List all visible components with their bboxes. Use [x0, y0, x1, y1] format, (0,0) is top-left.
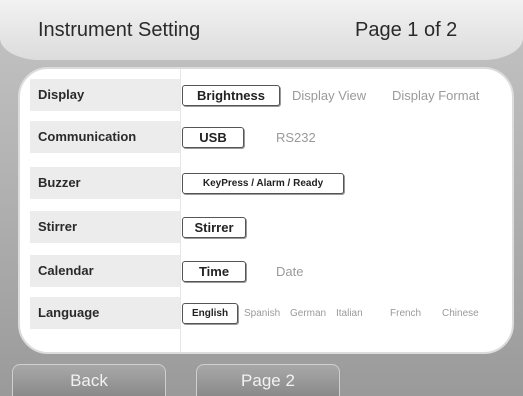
settings-row-display: Display Brightness Display View Display …: [30, 79, 512, 111]
english-button[interactable]: English: [182, 303, 238, 324]
time-button[interactable]: Time: [182, 261, 246, 282]
settings-row-stirrer: Stirrer Stirrer: [30, 211, 512, 243]
usb-button[interactable]: USB: [182, 127, 244, 148]
settings-panel: Display Brightness Display View Display …: [18, 67, 514, 354]
display-view-option[interactable]: Display View: [292, 85, 366, 106]
instrument-screen: Instrument Setting Page 1 of 2 Display B…: [0, 0, 523, 396]
back-button[interactable]: Back: [12, 364, 166, 396]
settings-row-language: Language English Spanish German Italian …: [30, 297, 512, 329]
italian-option[interactable]: Italian: [336, 303, 363, 324]
settings-row-calendar: Calendar Time Date: [30, 255, 512, 287]
row-label: Display: [30, 79, 180, 111]
row-label: Calendar: [30, 255, 180, 287]
settings-row-communication: Communication USB RS232: [30, 121, 512, 153]
header-bar: Instrument Setting Page 1 of 2: [0, 0, 523, 60]
display-format-option[interactable]: Display Format: [392, 85, 479, 106]
german-option[interactable]: German: [290, 303, 326, 324]
brightness-button[interactable]: Brightness: [182, 85, 280, 106]
page-indicator: Page 1 of 2: [355, 19, 458, 41]
row-label: Stirrer: [30, 211, 180, 243]
date-option[interactable]: Date: [276, 261, 303, 282]
page-2-button[interactable]: Page 2: [196, 364, 340, 396]
stirrer-button[interactable]: Stirrer: [182, 217, 246, 238]
rs232-option[interactable]: RS232: [276, 127, 316, 148]
row-label: Communication: [30, 121, 180, 153]
spanish-option[interactable]: Spanish: [244, 303, 280, 324]
row-label: Language: [30, 297, 180, 329]
row-label: Buzzer: [30, 167, 180, 199]
french-option[interactable]: French: [390, 303, 421, 324]
chinese-option[interactable]: Chinese: [442, 303, 479, 324]
settings-row-buzzer: Buzzer KeyPress / Alarm / Ready: [30, 167, 512, 199]
page-title: Instrument Setting: [38, 19, 201, 41]
buzzer-keypress-alarm-ready-button[interactable]: KeyPress / Alarm / Ready: [182, 173, 344, 194]
